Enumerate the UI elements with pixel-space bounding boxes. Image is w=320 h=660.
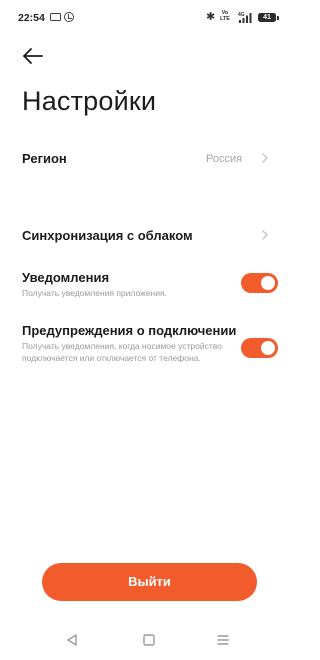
back-triangle-icon[interactable] xyxy=(64,632,80,648)
recents-menu-icon[interactable] xyxy=(215,632,231,648)
notifications-toggle[interactable] xyxy=(241,273,278,293)
connection-alerts-label: Предупреждения о подключении xyxy=(22,323,237,338)
home-square-icon[interactable] xyxy=(141,632,157,648)
chevron-right-icon xyxy=(262,230,268,240)
status-bar: 22:54 ✱ Vo LTE 4G 41 xyxy=(0,0,300,36)
arrow-left-icon xyxy=(23,48,43,64)
connection-alerts-description: Получать уведомления, когда носимое устр… xyxy=(22,341,222,363)
region-label: Регион xyxy=(22,151,67,166)
mail-icon xyxy=(50,13,61,21)
network-type-label: 4G xyxy=(238,12,245,18)
logout-button[interactable]: Выйти xyxy=(42,563,257,601)
connection-alerts-toggle[interactable] xyxy=(241,338,278,358)
system-nav-bar xyxy=(0,620,300,660)
region-value: Россия xyxy=(206,153,243,165)
volte-label-bottom: LTE xyxy=(220,16,230,22)
chevron-right-icon xyxy=(262,153,268,163)
back-button[interactable] xyxy=(20,44,46,68)
status-time: 22:54 xyxy=(18,12,45,24)
bluetooth-icon: ✱ xyxy=(206,11,216,23)
cloud-sync-label: Синхронизация с облаком xyxy=(22,228,193,243)
notifications-label: Уведомления xyxy=(22,270,110,285)
signal-icon: 4G xyxy=(238,10,252,23)
toggle-knob xyxy=(261,341,275,355)
volte-icon: Vo LTE xyxy=(220,10,230,22)
notifications-description: Получать уведомления приложения. xyxy=(22,288,167,298)
battery-icon: 41 xyxy=(258,13,279,22)
alarm-icon xyxy=(64,12,74,22)
toggle-knob xyxy=(261,276,275,290)
page-title: Настройки xyxy=(22,86,157,116)
